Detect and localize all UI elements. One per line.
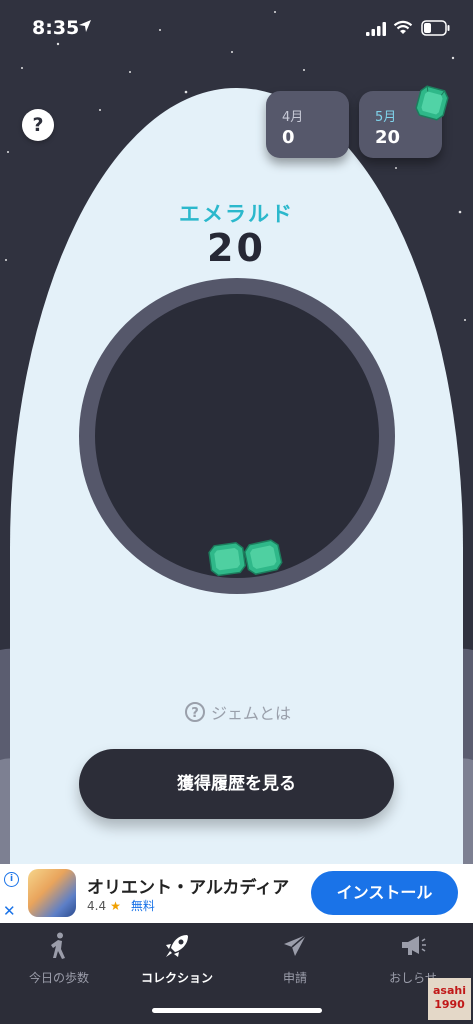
what-is-gem-link[interactable]: ? ジェムとは <box>185 700 291 724</box>
ad-app-meta: 4.4 ★ 無料 <box>87 897 155 914</box>
home-indicator[interactable] <box>152 1008 322 1013</box>
ad-rating: 4.4 <box>87 899 107 913</box>
month-value: 0 <box>282 127 295 148</box>
what-is-gem-label: ジェムとは <box>211 704 292 723</box>
star-icon: ★ <box>110 899 121 913</box>
ad-install-button[interactable]: インストール <box>311 871 458 915</box>
month-card-april[interactable]: 4月 0 <box>266 91 349 158</box>
help-button[interactable]: ? <box>22 109 54 141</box>
tab-label: 今日の歩数 <box>28 971 89 985</box>
emerald-badge-icon <box>415 85 449 121</box>
ad-banner[interactable]: i ✕ オリエント・アルカディア 4.4 ★ 無料 インストール <box>0 864 473 923</box>
wifi-icon <box>393 20 413 34</box>
month-label: 4月 <box>282 110 304 125</box>
porthole-window <box>95 294 379 578</box>
tab-label: コレクション <box>140 971 213 985</box>
tab-apply[interactable]: 申請 <box>236 931 354 986</box>
tab-label: 申請 <box>282 971 307 985</box>
gem-count: 20 <box>207 226 266 270</box>
month-value: 20 <box>375 127 401 148</box>
emerald-pile-icon <box>208 539 283 577</box>
watermark-line: 1990 <box>434 998 465 1011</box>
ad-app-icon[interactable] <box>28 869 76 917</box>
location-arrow-icon <box>79 20 91 32</box>
ad-close-icon[interactable]: ✕ <box>3 902 16 920</box>
cellular-signal-icon <box>366 22 386 36</box>
rocket-icon <box>166 935 188 957</box>
tab-collection[interactable]: コレクション <box>118 931 236 986</box>
ad-app-title[interactable]: オリエント・アルカディア <box>87 873 289 898</box>
battery-icon <box>421 20 450 36</box>
ad-info-icon[interactable]: i <box>4 872 19 887</box>
gem-name: エメラルド <box>179 202 294 226</box>
tab-today-steps[interactable]: 今日の歩数 <box>0 931 118 986</box>
status-time: 8:35 <box>32 17 80 39</box>
watermark-line: asahi <box>433 984 466 997</box>
status-bar: 8:35 <box>0 0 473 60</box>
watermark: asahi 1990 <box>428 978 471 1020</box>
paper-plane-icon <box>284 934 307 956</box>
view-history-button[interactable]: 獲得履歴を見る <box>79 749 394 819</box>
walking-person-icon <box>51 932 65 959</box>
question-circle-icon: ? <box>185 702 205 722</box>
ad-price: 無料 <box>130 899 155 913</box>
month-label: 5月 <box>375 110 397 125</box>
megaphone-icon <box>402 936 426 955</box>
